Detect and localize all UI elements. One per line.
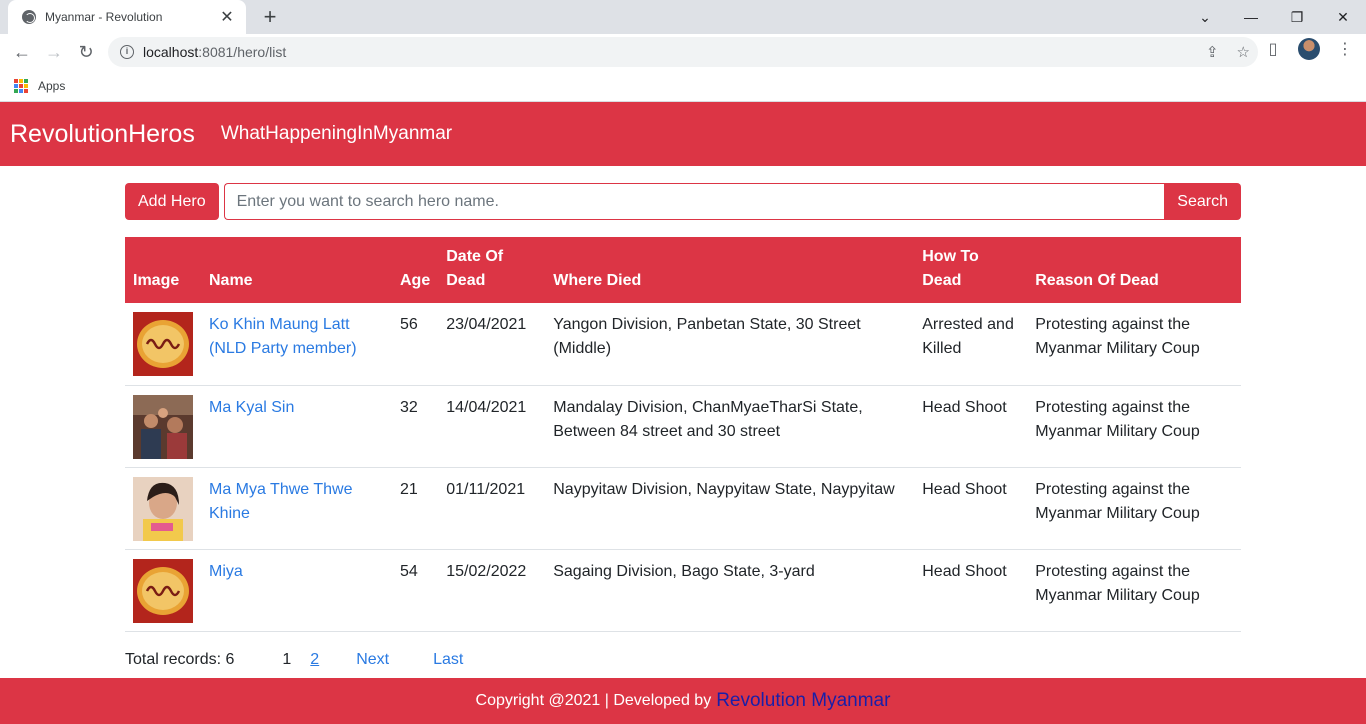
restore-icon[interactable]: ❐	[1274, 0, 1320, 34]
hero-name-link[interactable]: Miya	[209, 563, 243, 580]
hero-date: 23/04/2021	[438, 303, 546, 386]
hero-how: Head Shoot	[914, 549, 1028, 632]
hero-where: Mandalay Division, ChanMyaeTharSi State,…	[545, 385, 915, 468]
header-how-line1: How To	[922, 248, 979, 265]
header-how-line2: Dead	[922, 272, 962, 289]
side-panel-icon[interactable]: ▯	[1262, 38, 1284, 60]
menu-kebab-icon[interactable]: ⋮	[1334, 38, 1356, 60]
hero-how: Head Shoot	[914, 467, 1028, 550]
hero-name-link[interactable]: Ma Kyal Sin	[209, 399, 294, 416]
share-icon[interactable]: ⇪	[1206, 43, 1219, 61]
hero-where: Naypyitaw Division, Naypyitaw State, Nay…	[545, 467, 915, 550]
header-reason: Reason Of Dead	[1035, 272, 1159, 289]
apps-grid-icon[interactable]	[14, 78, 28, 93]
globe-icon	[22, 10, 36, 24]
hero-how: Head Shoot	[914, 385, 1028, 468]
table-row: Miya 54 15/02/2022 Sagaing Division, Bag…	[125, 549, 1241, 632]
next-page-link[interactable]: Next	[356, 651, 389, 669]
hero-age: 54	[392, 549, 439, 632]
site-navbar: RevolutionHeros WhatHappeningInMyanmar	[0, 102, 1366, 166]
table-row: Ma Kyal Sin 32 14/04/2021 Mandalay Divis…	[125, 385, 1241, 468]
search-input[interactable]	[223, 183, 1165, 220]
brand-link[interactable]: RevolutionHeros	[10, 120, 195, 149]
url-host: localhost	[143, 44, 199, 60]
bookmark-star-icon[interactable]: ☆	[1237, 43, 1250, 61]
forward-icon[interactable]: →	[38, 36, 70, 68]
hero-age: 32	[392, 385, 439, 468]
heroes-table: Image Name Age Date Of Dead Where Died Ho…	[125, 237, 1241, 632]
hero-date: 01/11/2021	[438, 467, 546, 550]
new-tab-icon[interactable]: +	[258, 4, 282, 30]
hero-name-link[interactable]: Ma Mya Thwe Thwe Khine	[209, 481, 352, 522]
back-icon[interactable]: ←	[6, 36, 38, 68]
profile-avatar[interactable]	[1298, 38, 1320, 60]
table-row: Ko Khin Maung Latt (NLD Party member) 56…	[125, 303, 1241, 386]
close-tab-icon[interactable]: ✕	[218, 7, 236, 27]
tab-title: Myanmar - Revolution	[45, 10, 163, 24]
address-bar[interactable]: i localhost:8081/hero/list ⇪ ☆	[108, 37, 1258, 67]
hero-how: Arrested and Killed	[914, 303, 1028, 386]
tab-search-icon[interactable]: ⌄	[1182, 0, 1228, 34]
browser-tab-strip: Myanmar - Revolution ✕ + ⌄ — ❐ ✕	[0, 0, 1366, 34]
search-row: Add Hero Search	[125, 183, 1241, 220]
pagination: Total records: 6 1 2 Next Last	[125, 651, 1241, 669]
bookmarks-bar: Apps	[0, 70, 1366, 102]
hero-age: 56	[392, 303, 439, 386]
main-content: Add Hero Search Image Name Age Date Of De…	[125, 166, 1241, 669]
header-image: Image	[133, 272, 180, 289]
hero-photo	[133, 476, 193, 541]
hero-reason: Protesting against the Myanmar Military …	[1027, 385, 1241, 468]
hero-date: 14/04/2021	[438, 385, 546, 468]
reload-icon[interactable]: ↻	[70, 36, 102, 68]
header-date-line1: Date Of	[446, 248, 504, 265]
hero-reason: Protesting against the Myanmar Military …	[1027, 303, 1241, 386]
hero-date: 15/02/2022	[438, 549, 546, 632]
header-age: Age	[400, 272, 431, 289]
header-date: Date Of Dead	[438, 237, 545, 303]
header-how: How To Dead	[914, 237, 1027, 303]
hero-photo	[133, 558, 193, 623]
add-hero-button[interactable]: Add Hero	[125, 183, 219, 220]
browser-toolbar: ← → ↻ i localhost:8081/hero/list ⇪ ☆ ▯ ⋮	[0, 34, 1366, 70]
hero-photo	[133, 312, 193, 376]
hero-where: Sagaing Division, Bago State, 3-yard	[545, 549, 915, 632]
minimize-icon[interactable]: —	[1228, 0, 1274, 34]
apps-bookmark[interactable]: Apps	[38, 79, 65, 93]
table-row: Ma Mya Thwe Thwe Khine 21 01/11/2021 Nay…	[125, 467, 1241, 550]
footer-developer-link[interactable]: Revolution Myanmar	[716, 690, 890, 712]
last-page-link[interactable]: Last	[433, 651, 463, 669]
page-2-link[interactable]: 2	[310, 651, 319, 669]
window-close-icon[interactable]: ✕	[1320, 0, 1366, 34]
total-records: Total records: 6	[125, 650, 235, 668]
hero-photo	[133, 394, 193, 459]
header-name: Name	[209, 272, 253, 289]
page-current: 1	[282, 650, 292, 668]
browser-tab[interactable]: Myanmar - Revolution ✕	[8, 0, 246, 34]
footer-copyright: Copyright @2021 | Developed by	[475, 692, 712, 709]
search-button[interactable]: Search	[1164, 183, 1241, 220]
hero-age: 21	[392, 467, 439, 550]
info-icon[interactable]: i	[120, 45, 134, 59]
hero-reason: Protesting against the Myanmar Military …	[1027, 549, 1241, 632]
hero-name-link[interactable]: Ko Khin Maung Latt (NLD Party member)	[209, 316, 357, 357]
url-path: :8081/hero/list	[198, 44, 287, 60]
hero-where: Yangon Division, Panbetan State, 30 Stre…	[545, 303, 915, 386]
header-date-line2: Dead	[446, 272, 486, 289]
header-where: Where Died	[553, 272, 642, 289]
nav-link-what-happening[interactable]: WhatHappeningInMyanmar	[221, 123, 452, 145]
site-footer: Copyright @2021 | Developed by Revolutio…	[0, 678, 1366, 724]
hero-reason: Protesting against the Myanmar Military …	[1027, 467, 1241, 550]
table-header-row: Image Name Age Date Of Dead Where Died Ho…	[125, 237, 1241, 303]
